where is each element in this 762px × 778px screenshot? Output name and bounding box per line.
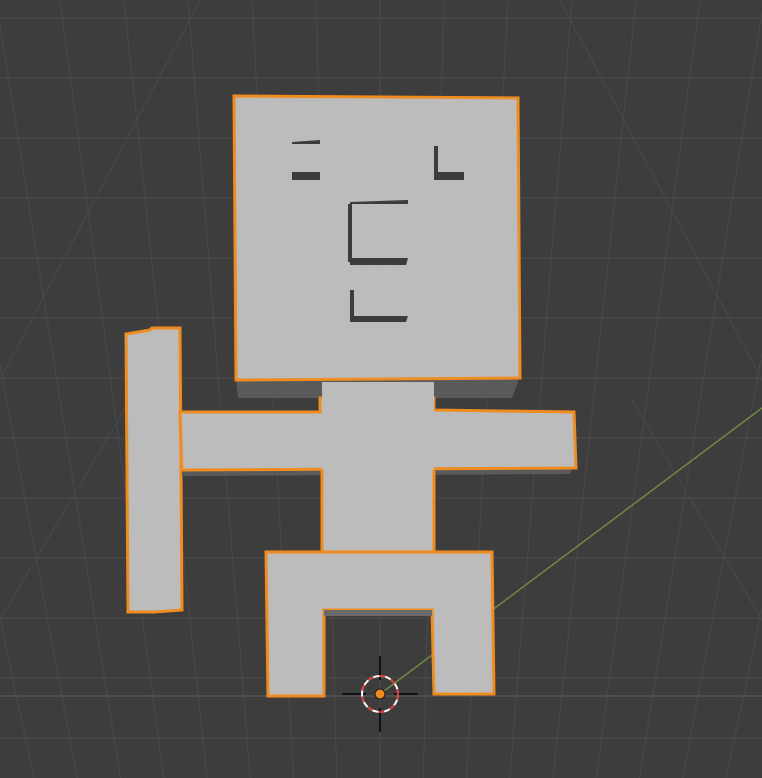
torso-grid	[322, 382, 434, 552]
grid-line	[639, 9, 762, 778]
mouth-side	[350, 290, 354, 318]
nose-bottom	[350, 258, 408, 265]
grid-line	[552, 0, 637, 778]
head-grid	[234, 96, 520, 380]
left-eye	[292, 172, 320, 180]
viewport-canvas[interactable]	[0, 0, 762, 778]
grid-line	[682, 350, 762, 778]
character-mesh[interactable]	[124, 94, 578, 698]
object-origin-icon	[374, 688, 386, 700]
grid-line	[0, 0, 201, 381]
left-arm-grid	[126, 328, 182, 612]
nose-side	[348, 204, 352, 262]
mouth	[350, 316, 408, 322]
crotch-shadow	[324, 610, 432, 616]
grid-line	[631, 399, 762, 621]
grid-line	[725, 606, 762, 778]
3d-viewport[interactable]	[0, 0, 762, 778]
right-eye	[434, 172, 464, 180]
grid-line	[559, 0, 762, 381]
right-eye-cut	[434, 146, 438, 174]
grid-line	[0, 361, 78, 778]
grid-line	[0, 21, 121, 778]
grid-line	[595, 0, 701, 778]
